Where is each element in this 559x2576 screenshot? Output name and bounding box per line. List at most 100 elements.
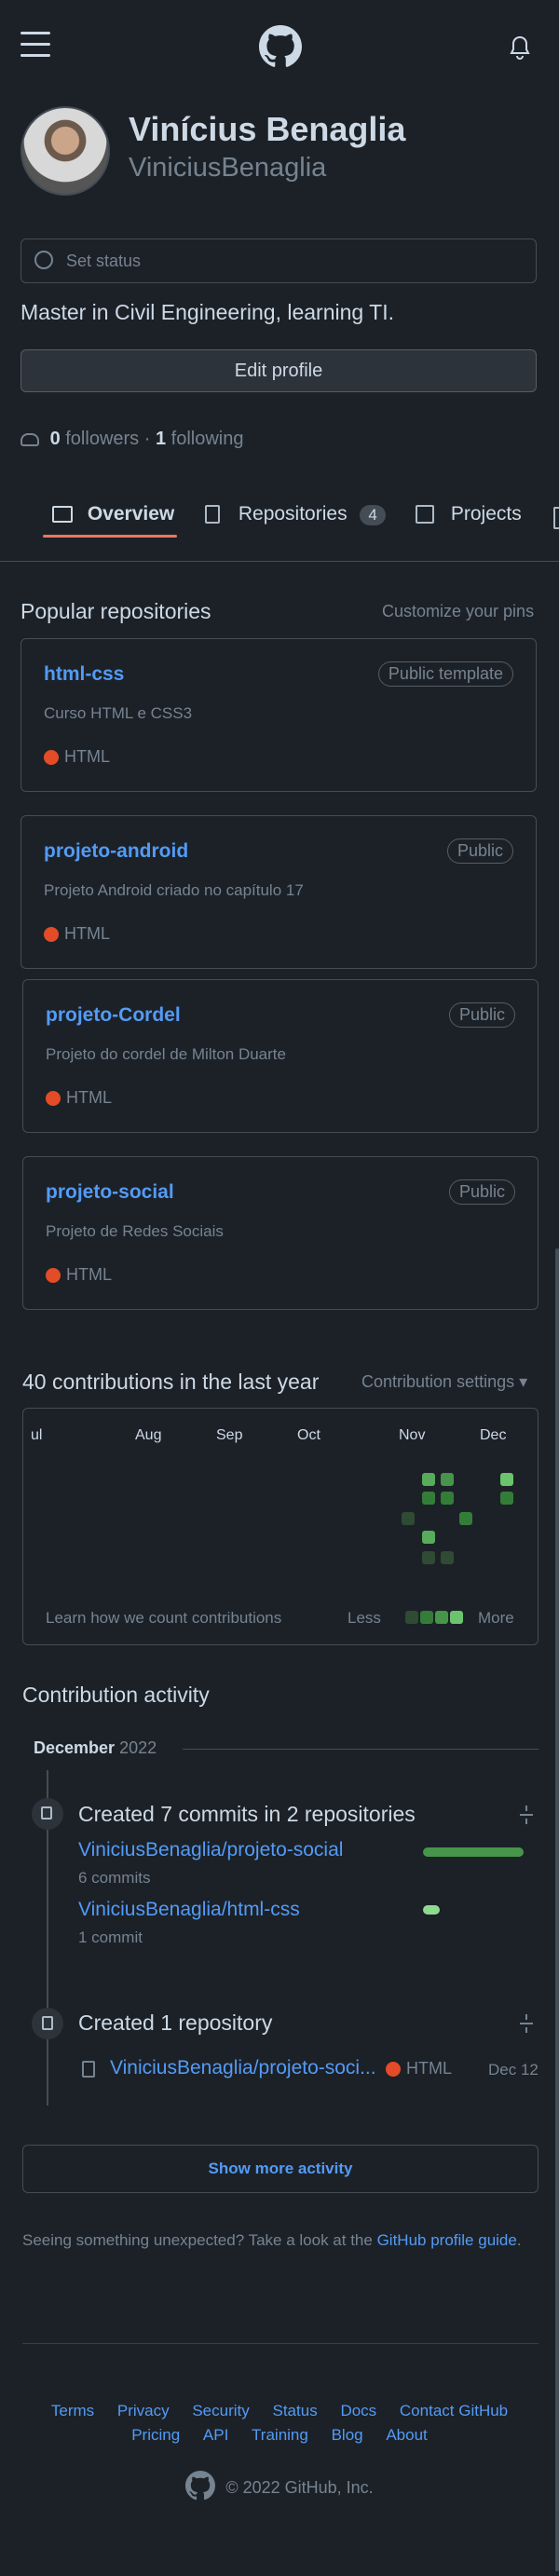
collapse-icon[interactable] xyxy=(520,1806,533,1824)
legend-cell xyxy=(450,1611,463,1624)
footer-link-pricing[interactable]: Pricing xyxy=(131,2426,180,2444)
repo-card: projeto-social Public Projeto de Redes S… xyxy=(22,1156,539,1310)
activity-month: December xyxy=(34,1738,116,1757)
following-link[interactable]: 1 following xyxy=(156,429,244,449)
show-more-activity-button[interactable]: Show more activity xyxy=(22,2145,539,2193)
commit-repo-link[interactable]: ViniciusBenaglia/projeto-social xyxy=(78,1839,343,1861)
repo-name-link[interactable]: html-css xyxy=(44,663,124,686)
profile-bio: Master in Civil Engineering, learning TI… xyxy=(20,300,394,324)
tab-repositories[interactable]: Repositories 4 xyxy=(205,503,386,525)
footer-copyright: © 2022 GitHub, Inc. xyxy=(0,2471,559,2505)
edit-profile-button[interactable]: Edit profile xyxy=(20,349,537,392)
customize-pins-link[interactable]: Customize your pins xyxy=(382,602,534,621)
legend-more: More xyxy=(478,1609,514,1627)
popular-title: Popular repositories xyxy=(20,599,211,623)
contribution-cell[interactable] xyxy=(441,1551,454,1564)
tab-overflow-icon[interactable] xyxy=(553,507,559,529)
contribution-cell[interactable] xyxy=(402,1512,415,1525)
contribution-cell[interactable] xyxy=(441,1492,454,1505)
legend-cell xyxy=(420,1611,433,1624)
commit-bar xyxy=(423,1847,524,1857)
bell-icon[interactable] xyxy=(509,35,531,61)
footer-link-blog[interactable]: Blog xyxy=(332,2426,363,2444)
smiley-icon xyxy=(34,251,53,269)
menu-icon[interactable] xyxy=(20,30,50,58)
month-label: Sep xyxy=(216,1427,243,1443)
footer-link-training[interactable]: Training xyxy=(252,2426,308,2444)
commits-title: Created 7 commits in 2 repositories xyxy=(78,1802,416,1826)
footer-links-row-1: Terms Privacy Security Status Docs Conta… xyxy=(0,2402,559,2420)
tab-projects[interactable]: Projects xyxy=(416,503,522,525)
repo-description: Projeto do cordel de Milton Duarte xyxy=(46,1045,286,1063)
following-label: following xyxy=(170,429,244,449)
repo-name-link[interactable]: projeto-android xyxy=(44,840,188,863)
language-label: HTML xyxy=(66,1265,112,1284)
profile-guide-link[interactable]: GitHub profile guide xyxy=(377,2231,517,2249)
scrollbar[interactable] xyxy=(555,1248,559,2571)
people-icon xyxy=(20,432,39,446)
footer-link-terms[interactable]: Terms xyxy=(51,2402,94,2419)
following-count: 1 xyxy=(155,429,167,449)
language-color-dot xyxy=(386,2062,401,2078)
created-repo-link[interactable]: ViniciusBenaglia/projeto-soci... xyxy=(110,2057,376,2079)
book-icon xyxy=(52,506,73,524)
language-color-dot xyxy=(46,1268,61,1284)
repo-description: Projeto Android criado no capítulo 17 xyxy=(44,881,304,899)
contribution-cell[interactable] xyxy=(500,1492,513,1505)
repo-card: projeto-android Public Projeto Android c… xyxy=(20,815,537,969)
contribution-cell[interactable] xyxy=(422,1492,435,1505)
contribution-cell[interactable] xyxy=(441,1473,454,1486)
followers-link[interactable]: 0 followers xyxy=(50,429,144,449)
language-color-dot xyxy=(44,927,59,943)
avatar[interactable] xyxy=(20,106,110,196)
collapse-icon[interactable] xyxy=(520,2014,533,2033)
legend-less: Less xyxy=(348,1609,381,1627)
footer-link-docs[interactable]: Docs xyxy=(340,2402,376,2419)
footer-link-contact[interactable]: Contact GitHub xyxy=(400,2402,508,2419)
footer-divider xyxy=(22,2343,539,2344)
month-label: Dec xyxy=(480,1427,507,1443)
footer-links-row-2: Pricing API Training Blog About xyxy=(0,2426,559,2445)
footer-github-icon[interactable] xyxy=(185,2471,216,2505)
contribution-cell[interactable] xyxy=(500,1473,513,1486)
tab-projects-label: Projects xyxy=(450,503,522,525)
set-status-button[interactable]: Set status xyxy=(20,239,537,283)
commit-bar xyxy=(423,1905,440,1915)
commit-repo-link[interactable]: ViniciusBenaglia/html-css xyxy=(78,1899,300,1921)
copyright-text: © 2022 GitHub, Inc. xyxy=(225,2478,374,2497)
visibility-badge: Public template xyxy=(377,661,513,687)
unexpected-text: Seeing something unexpected? Take a look… xyxy=(22,2231,377,2249)
contribution-cell[interactable] xyxy=(422,1473,435,1486)
profile-username: ViniciusBenaglia xyxy=(129,153,327,183)
contributions-title: 40 contributions in the last year xyxy=(22,1370,320,1394)
contribution-cell[interactable] xyxy=(459,1512,472,1525)
repo-name-link[interactable]: projeto-Cordel xyxy=(46,1004,181,1027)
profile-name: Vinícius Benaglia xyxy=(129,110,406,148)
footer-link-privacy[interactable]: Privacy xyxy=(117,2402,170,2419)
contribution-cell[interactable] xyxy=(422,1551,435,1564)
repo-name-link[interactable]: projeto-social xyxy=(46,1181,174,1204)
footer-link-about[interactable]: About xyxy=(386,2426,427,2444)
set-status-label: Set status xyxy=(66,252,142,270)
footer-link-security[interactable]: Security xyxy=(192,2402,249,2419)
repo-card: projeto-Cordel Public Projeto do cordel … xyxy=(22,979,539,1133)
repo-language: HTML xyxy=(46,1088,112,1108)
edit-profile-label: Edit profile xyxy=(234,361,323,381)
contribution-cell[interactable] xyxy=(422,1531,435,1544)
language-label: HTML xyxy=(64,747,110,766)
tab-overview[interactable]: Overview xyxy=(52,503,174,525)
footer-link-api[interactable]: API xyxy=(203,2426,228,2444)
repo-created-title: Created 1 repository xyxy=(78,2010,273,2035)
language-label: HTML xyxy=(64,924,110,943)
activity-month-header: December 2022 xyxy=(34,1738,157,1758)
tab-repositories-label: Repositories xyxy=(238,503,348,525)
month-label: ul xyxy=(31,1427,43,1443)
commit-count: 1 commit xyxy=(78,1929,143,1946)
followers-count: 0 xyxy=(49,429,61,449)
month-label: Aug xyxy=(135,1427,162,1443)
footer-link-status[interactable]: Status xyxy=(273,2402,318,2419)
repo-icon xyxy=(82,2061,95,2078)
contribution-settings-dropdown[interactable]: Contribution settings ▾ xyxy=(361,1372,527,1392)
learn-contributions-link[interactable]: Learn how we count contributions xyxy=(46,1609,281,1628)
github-logo-icon[interactable] xyxy=(259,25,302,68)
